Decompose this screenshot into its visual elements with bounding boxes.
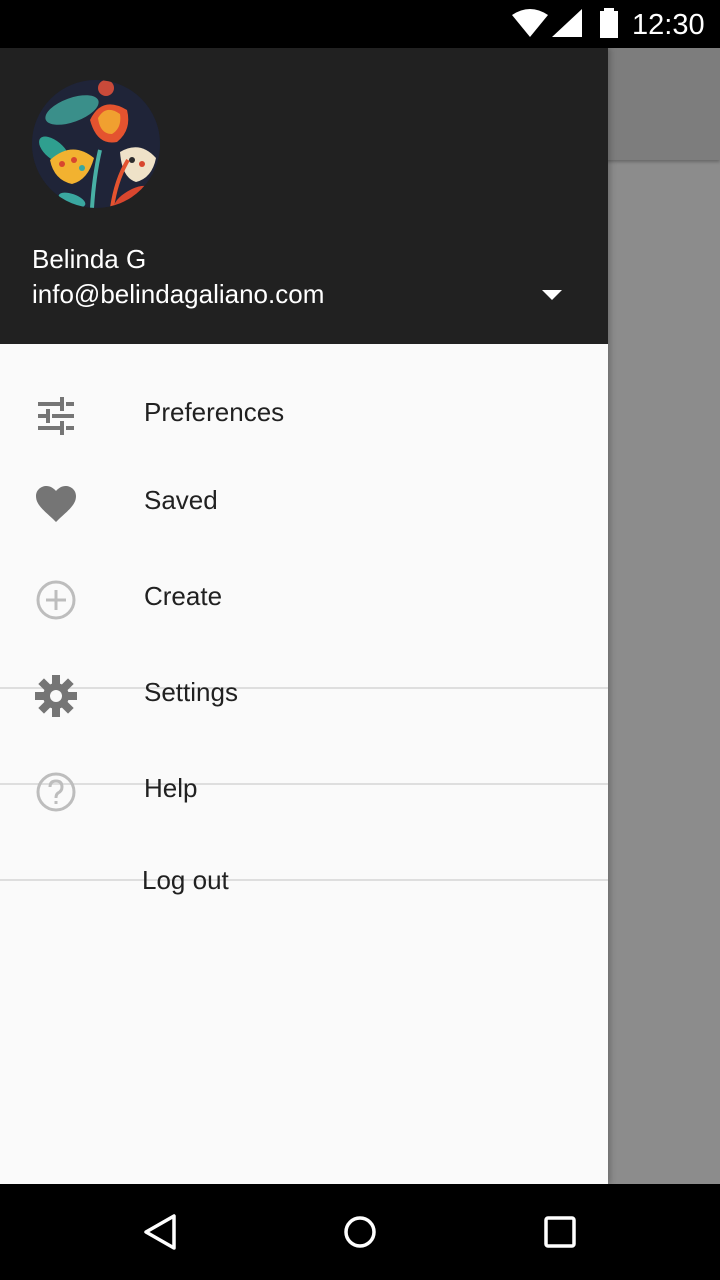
heart-icon — [36, 486, 76, 522]
recents-icon[interactable] — [536, 1208, 584, 1256]
gear-icon — [35, 675, 77, 717]
menu-item-create[interactable]: Create — [0, 552, 608, 640]
tune-sliders-icon — [38, 397, 74, 435]
add-circle-icon — [36, 580, 76, 620]
navigation-drawer: Belinda G info@belindagaliano.com Prefer… — [0, 48, 608, 1184]
menu-item-label: Preferences — [144, 397, 285, 427]
menu-item-settings[interactable]: Settings — [0, 648, 608, 736]
menu-item-saved[interactable]: Saved — [0, 456, 608, 544]
menu-item-label: Create — [144, 581, 223, 611]
menu-item-label: Help — [144, 773, 198, 803]
menu-item-label: Settings — [144, 677, 238, 707]
system-navigation-bar — [0, 1184, 720, 1280]
menu-item-label: Log out — [142, 865, 229, 895]
account-dropdown-icon[interactable] — [536, 284, 568, 304]
home-icon[interactable] — [336, 1208, 384, 1256]
help-circle-icon — [36, 772, 76, 812]
battery-icon — [600, 8, 618, 38]
wifi-icon — [512, 9, 548, 37]
menu-item-preferences[interactable]: Preferences — [0, 368, 608, 456]
account-email: info@belindagaliano.com — [32, 279, 325, 309]
avatar[interactable] — [32, 80, 160, 208]
account-name: Belinda G — [32, 244, 147, 274]
cell-signal-icon — [552, 9, 582, 37]
clock: 12:30 — [632, 9, 705, 41]
back-icon[interactable] — [136, 1208, 184, 1256]
floral-artwork-avatar — [32, 80, 160, 208]
drawer-header: Belinda G info@belindagaliano.com — [0, 48, 608, 344]
menu-item-label: Saved — [144, 485, 218, 515]
menu-item-log-out[interactable]: Log out — [0, 840, 608, 928]
menu-item-help[interactable]: Help — [0, 744, 608, 832]
status-bar: 12:30 — [0, 0, 720, 48]
